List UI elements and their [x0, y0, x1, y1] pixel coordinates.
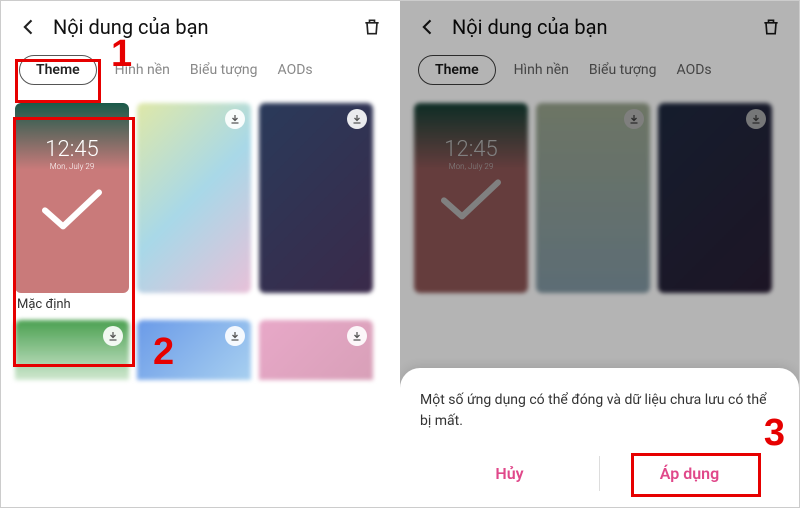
download-badge-icon — [225, 326, 245, 346]
annotation-box-1 — [15, 59, 101, 103]
annotation-number-3: 3 — [764, 412, 785, 455]
theme-thumb[interactable] — [137, 103, 251, 312]
theme-caption — [259, 293, 373, 297]
theme-thumb[interactable] — [259, 320, 373, 380]
annotation-box-2 — [13, 117, 135, 367]
topbar: Nội dung của bạn — [1, 1, 400, 47]
annotation-number-1: 1 — [111, 33, 132, 76]
annotation-box-3 — [631, 453, 761, 497]
back-icon[interactable] — [19, 17, 39, 37]
trash-icon[interactable] — [362, 17, 382, 37]
screenshot-left: Nội dung của bạn Theme Hình nền Biểu tượ… — [1, 1, 400, 507]
screenshot-right: Nội dung của bạn Theme Hình nền Biểu tượ… — [400, 1, 799, 507]
cancel-button[interactable]: Hủy — [420, 456, 599, 491]
annotation-number-2: 2 — [153, 331, 174, 374]
sheet-message: Một số ứng dụng có thể đóng và dữ liệu c… — [420, 390, 779, 432]
download-badge-icon — [347, 109, 367, 129]
download-badge-icon — [347, 326, 367, 346]
tab-aods[interactable]: AODs — [276, 56, 315, 84]
page-title: Nội dung của bạn — [53, 15, 348, 39]
theme-caption — [137, 293, 251, 297]
theme-thumb[interactable] — [259, 103, 373, 312]
tab-icons[interactable]: Biểu tượng — [188, 56, 260, 84]
download-badge-icon — [225, 109, 245, 129]
